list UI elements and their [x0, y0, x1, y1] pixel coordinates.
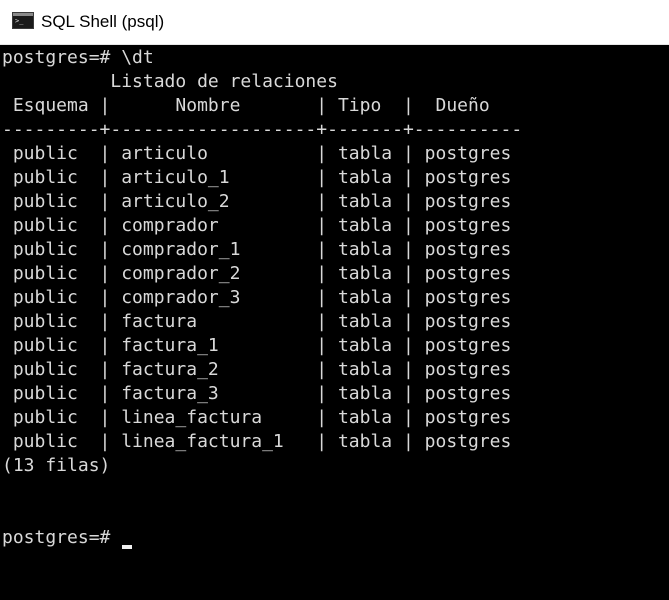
- icon-title-strip: [13, 13, 33, 16]
- title-bar[interactable]: >_ SQL Shell (psql): [0, 0, 669, 45]
- text-cursor: [122, 545, 132, 549]
- row-count: (13 filas): [2, 455, 111, 476]
- table-row: public | comprador_1 | tabla | postgres: [2, 239, 512, 260]
- table-row: public | articulo_1 | tabla | postgres: [2, 167, 512, 188]
- table-row: public | factura | tabla | postgres: [2, 311, 512, 332]
- psql-window: >_ SQL Shell (psql) postgres=# \dt Lista…: [0, 0, 669, 600]
- table-row: public | linea_factura | tabla | postgre…: [2, 407, 512, 428]
- window-title: SQL Shell (psql): [41, 12, 165, 31]
- terminal-app-icon[interactable]: >_: [12, 12, 34, 29]
- table-row: public | comprador | tabla | postgres: [2, 215, 512, 236]
- table-row: public | articulo | tabla | postgres: [2, 143, 512, 164]
- table-separator: ---------+-------------------+-------+--…: [2, 119, 523, 140]
- result-title: Listado de relaciones: [2, 71, 338, 92]
- input-prompt[interactable]: postgres=#: [2, 526, 121, 550]
- table-row: public | factura_3 | tabla | postgres: [2, 383, 512, 404]
- table-header: Esquema | Nombre | Tipo | Dueño: [2, 95, 490, 116]
- command-line: postgres=# \dt: [2, 47, 154, 68]
- table-row: public | comprador_2 | tabla | postgres: [2, 263, 512, 284]
- table-row: public | comprador_3 | tabla | postgres: [2, 287, 512, 308]
- table-row: public | articulo_2 | tabla | postgres: [2, 191, 512, 212]
- icon-prompt-glyph: >_: [15, 17, 24, 25]
- table-row: public | factura_2 | tabla | postgres: [2, 359, 512, 380]
- table-row: public | factura_1 | tabla | postgres: [2, 335, 512, 356]
- console-output[interactable]: postgres=# \dt Listado de relaciones Esq…: [0, 46, 669, 600]
- table-row: public | linea_factura_1 | tabla | postg…: [2, 431, 512, 452]
